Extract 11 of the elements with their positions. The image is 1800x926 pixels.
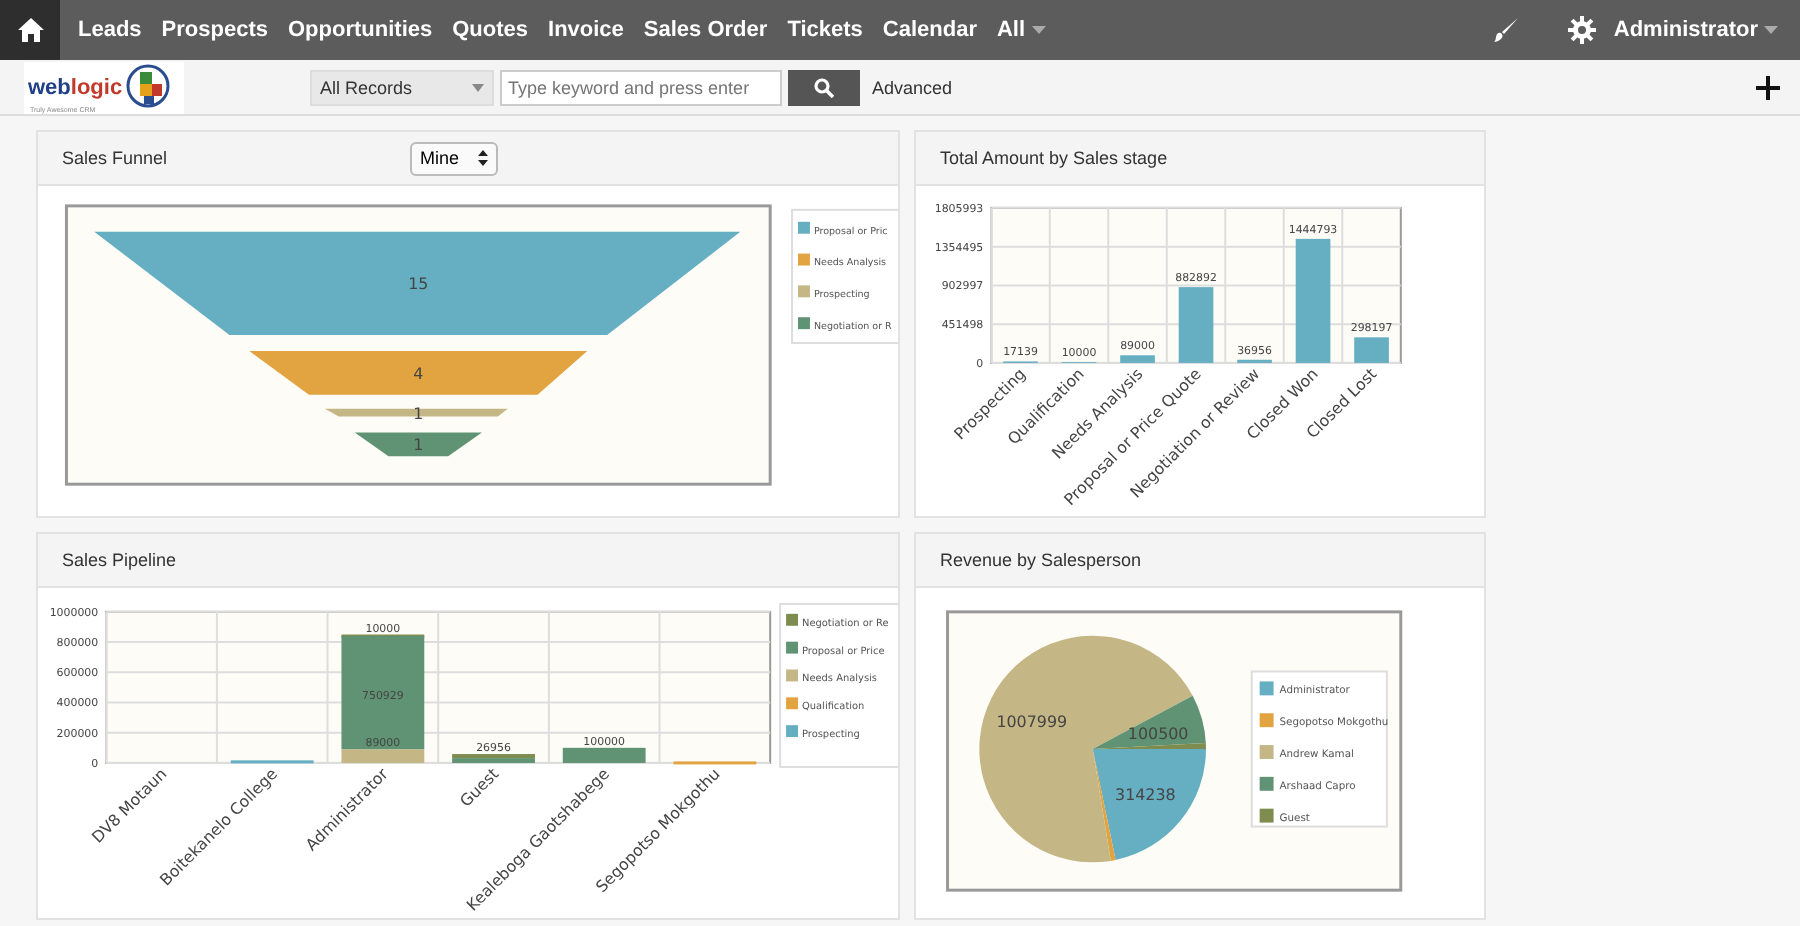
funnel-value: 1	[413, 436, 424, 455]
funnel-value: 4	[413, 364, 424, 383]
pie-value-label: 314238	[1115, 785, 1176, 804]
funnel-value: 15	[408, 275, 429, 294]
pie-value-label: 1007999	[996, 712, 1068, 731]
pie-value-label: 100500	[1127, 724, 1189, 743]
panel-title: Sales Pipeline	[62, 550, 179, 570]
logo-text: weblogic	[28, 75, 123, 99]
panel-title: Sales Funnel	[62, 148, 170, 168]
panel-title: Total Amount by Sales stage	[940, 148, 1170, 168]
panel-title: Revenue by Salesperson	[940, 550, 1144, 570]
